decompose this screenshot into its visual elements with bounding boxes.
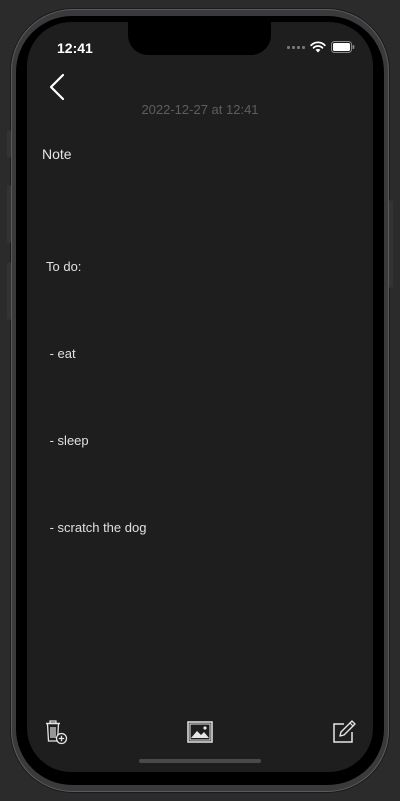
side-button [7, 262, 11, 320]
side-button [7, 130, 11, 158]
screen: 12:41 2022-12-27 at 12:41 Note To do: - … [27, 22, 373, 772]
note-line: - scratch the dog [46, 520, 147, 535]
side-button [7, 185, 11, 243]
side-button [389, 200, 393, 288]
status-time: 12:41 [57, 40, 93, 56]
note-line: - eat [46, 346, 76, 361]
note-line: - sleep [46, 433, 89, 448]
cellular-signal-icon [287, 45, 305, 49]
chevron-left-icon[interactable] [45, 72, 69, 102]
note-line: To do: [46, 259, 82, 274]
note-date: 2022-12-27 at 12:41 [141, 102, 259, 117]
notch [128, 22, 271, 55]
wifi-icon [310, 41, 326, 53]
note-title[interactable]: Note [42, 146, 72, 162]
battery-icon [331, 41, 355, 53]
status-icons [287, 41, 355, 53]
trash-add-icon[interactable] [43, 719, 69, 745]
image-icon[interactable] [187, 719, 213, 745]
note-body[interactable]: To do: - eat - sleep - scratch the dog [46, 194, 146, 600]
home-indicator[interactable] [139, 759, 261, 763]
compose-icon[interactable] [331, 719, 357, 745]
